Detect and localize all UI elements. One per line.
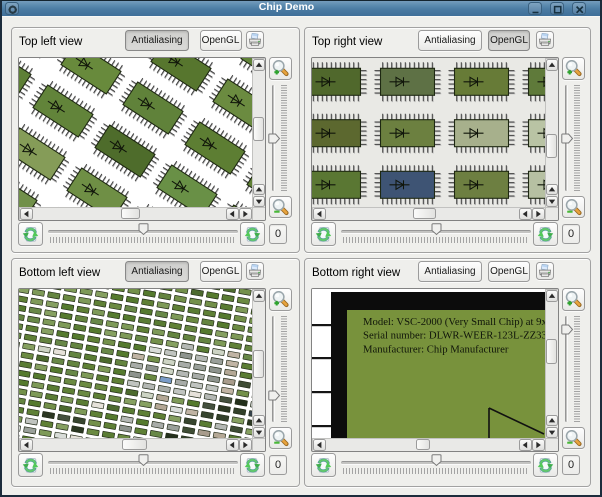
- svg-text:Model: VSC-2000 (Very Small Ch: Model: VSC-2000 (Very Small Chip) at 9x7: [363, 316, 545, 328]
- svg-text:Serial number: DLWR-WEER-123L-: Serial number: DLWR-WEER-123L-ZZ33-SDSJ: [363, 330, 545, 342]
- svg-text:Manufacturer: Chip Manufacture: Manufacturer: Chip Manufacturer: [363, 344, 509, 356]
